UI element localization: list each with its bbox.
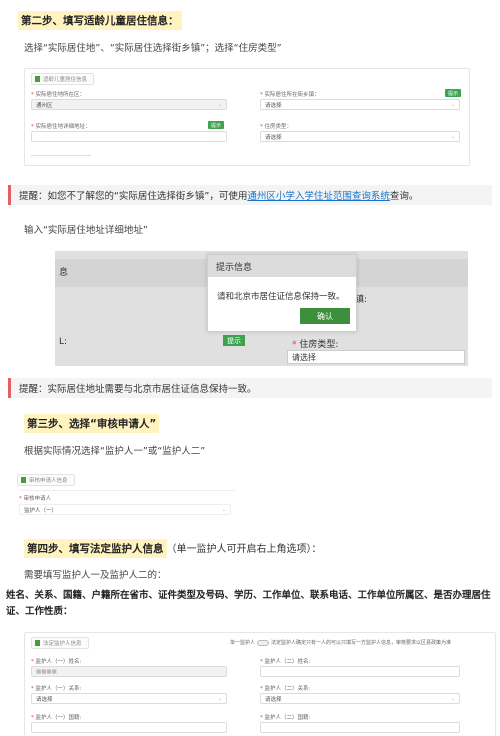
divider [31, 155, 91, 156]
step4-title-note: （单一监护人可开启右上角选项）： [166, 544, 322, 555]
housing-label: * 住房类型： [260, 124, 293, 130]
applicant-select[interactable]: 监护人（一） ⌄ [19, 504, 231, 515]
step2-title: 第二步、填写适龄儿童居住信息： [18, 11, 182, 30]
residence-form: 适龄儿童居住信息 * 实际居住地所在区： 通州区 ⌄ * 实际居住所在街乡镇： 提… [24, 68, 470, 166]
address-label: * 实际居住地详细地址： [31, 124, 91, 130]
dialog-confirm-button[interactable]: 确认 [300, 308, 350, 324]
single-guardian-toggle[interactable] [257, 639, 270, 646]
tip-street-lookup: 提醒：如您不了解您的“实际居住选择街乡镇”，可使用 通州区小学入学住址范围查询系统… [8, 185, 492, 205]
g2-name-label: * 监护人（二）姓名: [260, 659, 311, 665]
residence-form-tab: 适龄儿童居住信息 [31, 73, 95, 85]
g1-relation-label: * 监护人（一）关系: [31, 686, 82, 692]
step2-heading: 第二步、填写适龄儿童居住信息： [18, 9, 182, 30]
document-icon [35, 640, 40, 646]
g2-nationality-label: * 监护人（二）国籍: [260, 715, 311, 721]
street-tip-button[interactable]: 提示 [445, 89, 462, 97]
step2-instruction: 选择“实际居住地”、“实际居住选择街乡镇”；选择“住房类型” [24, 43, 282, 54]
bg-label-left: 息 [59, 268, 69, 278]
step4-heading: 第四步、填写法定监护人信息 （单一监护人可开启右上角选项）： [24, 537, 322, 558]
guardian-form: 法定监护人信息 单一监护人 法定监护人确定只有一人的可以只填写一方监护人信息，审核… [24, 632, 496, 736]
street-label: * 实际居住所在街乡镇： [260, 92, 320, 98]
g1-nationality-select[interactable] [31, 722, 227, 733]
applicant-label: * 审核申请人 [19, 496, 52, 502]
step4-title: 第四步、填写法定监护人信息 [24, 539, 167, 558]
g2-relation-select[interactable]: 请选择 ⌄ [260, 693, 460, 704]
g1-nationality-label: * 监护人（一）国籍: [31, 715, 82, 721]
address-tip-button[interactable]: 提示 [208, 121, 225, 129]
step3-instruction: 根据实际情况选择“监护人一”或“监护人二” [24, 446, 206, 457]
residence-district-field: 通州区 ⌄ [31, 99, 227, 110]
g1-name-input[interactable]: ■■■■ [31, 666, 227, 677]
applicant-form-tab: 审核申请人信息 [17, 474, 75, 486]
housing-select[interactable]: 请选择 ⌄ [260, 131, 460, 142]
step4-field-list: 姓名、关系、国籍、户籍所在省市、证件类型及号码、学历、工作单位、联系电话、工作单… [6, 590, 491, 617]
chevron-down-icon: ⌄ [450, 696, 455, 702]
bg-housing-select: 请选择 [287, 350, 465, 364]
chevron-down-icon: ⌄ [221, 507, 226, 513]
g2-relation-label: * 监护人（二）关系: [260, 686, 311, 692]
document-icon [35, 76, 40, 82]
street-lookup-link[interactable]: 通州区小学入学住址范围查询系统 [247, 188, 390, 202]
address-input[interactable] [31, 131, 227, 142]
street-select[interactable]: 请选择 ⌄ [260, 99, 460, 110]
applicant-form: 审核申请人信息 * 审核申请人 监护人（一） ⌄ [15, 472, 235, 522]
step3-heading: 第三步、选择“审核申请人” [24, 412, 160, 433]
g1-name-label: * 监护人（一）姓名: [31, 659, 82, 665]
chevron-down-icon: ⌄ [450, 134, 455, 140]
chevron-down-icon: ⌄ [450, 102, 455, 108]
detail-address-instruction: 输入“实际居住地址详细地址” [24, 225, 148, 236]
step4-instruction: 需要填写监护人一及监护人二的： [24, 570, 167, 581]
divider [19, 490, 235, 491]
g1-relation-select[interactable]: 请选择 ⌄ [31, 693, 227, 704]
chevron-down-icon: ⌄ [217, 102, 222, 108]
single-guardian-option: 单一监护人 法定监护人确定只有一人的可以只填写一方监护人信息，审核要求以区县政策为… [230, 639, 452, 646]
tip-address-consistency: 提醒：实际居住地址需要与北京市居住证信息保持一致。 [8, 378, 492, 398]
g2-name-input[interactable] [260, 666, 460, 677]
dialog-title: 提示信息 [208, 255, 356, 277]
g2-nationality-select[interactable] [260, 722, 460, 733]
bg-label-left2: L: [59, 337, 68, 347]
document-icon [21, 477, 26, 483]
step3-title: 第三步、选择“审核申请人” [24, 414, 160, 433]
guardian-form-tab: 法定监护人信息 [31, 637, 89, 649]
chevron-down-icon: ⌄ [217, 696, 222, 702]
residence-district-label: * 实际居住地所在区： [31, 92, 86, 98]
bg-tip-button: 提示 [223, 335, 245, 346]
alert-dialog: 提示信息 请和北京市居住证信息保持一致。 确认 [207, 254, 357, 332]
dialog-screenshot: 息 镇: L: 提示 * 住房类型: 请选择 提示信息 请和北京市居住证信息保持… [55, 251, 468, 366]
bg-housing-label: * 住房类型: [292, 340, 339, 350]
